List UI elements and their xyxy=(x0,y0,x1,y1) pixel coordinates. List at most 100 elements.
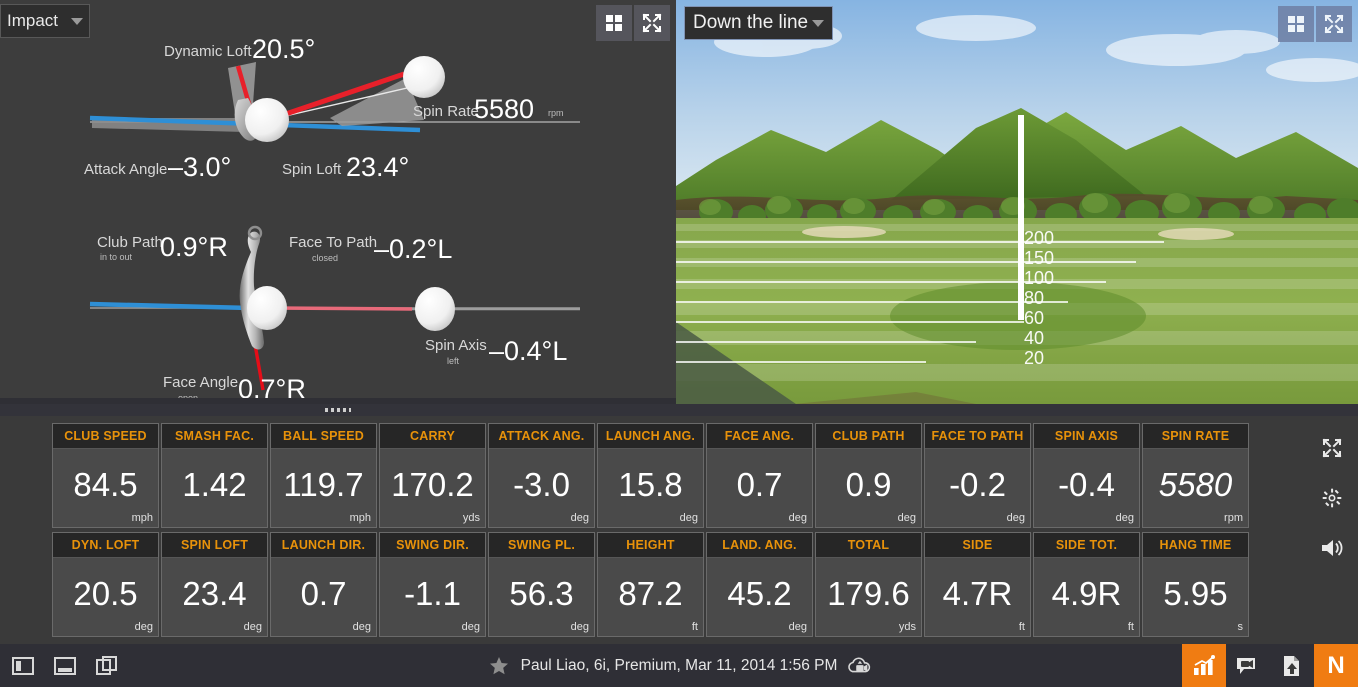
metric-tile[interactable]: HANG TIME 5.95 s xyxy=(1142,532,1249,637)
speaker-icon[interactable] xyxy=(1316,532,1348,564)
layout-bottom-icon[interactable] xyxy=(52,655,78,677)
metric-tile-header: SWING PL. xyxy=(489,533,594,558)
normalize-button[interactable]: N xyxy=(1314,644,1358,687)
panel-splitter[interactable] xyxy=(0,404,1358,416)
metric-tile[interactable]: ATTACK ANG. -3.0 deg xyxy=(488,423,595,528)
metric-sublabel-spin-axis: left xyxy=(447,356,460,366)
metric-tile-unit: deg xyxy=(788,621,807,633)
metric-tile-body: 1.42 xyxy=(162,449,267,527)
metric-tile-header: SIDE TOT. xyxy=(1034,533,1139,558)
metric-label-spin-axis: Spin Axis xyxy=(425,337,487,354)
metric-tile[interactable]: SWING DIR. -1.1 deg xyxy=(379,532,486,637)
metric-tile-unit: yds xyxy=(898,621,916,633)
metric-tile-value: 5580 xyxy=(1158,465,1233,503)
status-bar-right-buttons: N xyxy=(1182,644,1358,687)
metric-tile[interactable]: SPIN LOFT 23.4 deg xyxy=(161,532,268,637)
metric-tile[interactable]: FACE TO PATH -0.2 deg xyxy=(924,423,1031,528)
windows-stack-icon[interactable] xyxy=(94,655,120,677)
metric-tile[interactable]: SIDE TOT. 4.9R ft xyxy=(1033,532,1140,637)
gear-icon[interactable] xyxy=(1316,482,1348,514)
metric-tile[interactable]: TOTAL 179.6 yds xyxy=(815,532,922,637)
distance-marker-label: 200 xyxy=(1024,228,1054,248)
distance-marker-label: 80 xyxy=(1024,288,1044,308)
shot-info-text: Paul Liao, 6i, Premium, Mar 11, 2014 1:5… xyxy=(520,656,838,674)
metric-tile-header: LAUNCH DIR. xyxy=(271,533,376,558)
metric-tile-header: CLUB PATH xyxy=(816,424,921,449)
metric-tile-unit: ft xyxy=(1018,621,1025,633)
metric-tile[interactable]: SPIN AXIS -0.4 deg xyxy=(1033,423,1140,528)
metric-tile-header-label: SPIN AXIS xyxy=(1054,429,1119,443)
metric-value-spin-axis: –0.4°L xyxy=(489,336,567,366)
metric-tile-unit: deg xyxy=(243,621,262,633)
metric-tile-header: SPIN RATE xyxy=(1143,424,1248,449)
metric-tile-header: BALL SPEED xyxy=(271,424,376,449)
metric-tile-header: ATTACK ANG. xyxy=(489,424,594,449)
star-icon[interactable] xyxy=(486,655,512,677)
expand-icon[interactable] xyxy=(1316,432,1348,464)
metric-tile-value: 20.5 xyxy=(73,574,138,612)
cloud-upload-video-icon[interactable] xyxy=(846,655,872,677)
metric-tile-body: -1.1 deg xyxy=(380,558,485,636)
metric-tile-header: SIDE xyxy=(925,533,1030,558)
metric-tile-header: HEIGHT xyxy=(598,533,703,558)
metric-tile-body: 0.7 deg xyxy=(707,449,812,527)
metric-tile[interactable]: LAUNCH DIR. 0.7 deg xyxy=(270,532,377,637)
metric-tile[interactable]: SIDE 4.7R ft xyxy=(924,532,1031,637)
metric-label-club-path: Club Path xyxy=(97,234,163,251)
metric-sublabel-club-path: in to out xyxy=(100,252,133,262)
metric-label-attack-angle: Attack Angle xyxy=(84,161,167,178)
metric-tile-header-label: FACE TO PATH xyxy=(931,429,1024,443)
metric-tile-body: 84.5 mph xyxy=(53,449,158,527)
metric-tile-unit: ft xyxy=(691,621,698,633)
distance-marker-label: 60 xyxy=(1024,308,1044,328)
metric-tile-unit: deg xyxy=(1006,512,1025,524)
metric-tile-header-label: CLUB SPEED xyxy=(64,429,147,443)
metric-value-attack-angle: –3.0° xyxy=(168,152,231,182)
metric-tile[interactable]: CLUB SPEED 84.5 mph xyxy=(52,423,159,528)
charts-button[interactable] xyxy=(1182,644,1226,687)
metric-tile[interactable]: LAUNCH ANG. 15.8 deg xyxy=(597,423,704,528)
metric-tile-unit: deg xyxy=(570,512,589,524)
metric-tile[interactable]: DYN. LOFT 20.5 deg xyxy=(52,532,159,637)
video-comment-button[interactable] xyxy=(1226,644,1270,687)
layout-left-icon[interactable] xyxy=(10,655,36,677)
metric-value-dynamic-loft: 20.5° xyxy=(252,34,315,64)
metric-tile-header: SMASH FAC. xyxy=(162,424,267,449)
metric-tile-unit: rpm xyxy=(1224,512,1243,524)
metric-tile-header-label: SPIN RATE xyxy=(1161,429,1230,443)
metric-tile-unit: deg xyxy=(570,621,589,633)
metric-tile-header: SPIN LOFT xyxy=(162,533,267,558)
metric-tile[interactable]: BALL SPEED 119.7 mph xyxy=(270,423,377,528)
status-bar-left-icons xyxy=(0,655,120,677)
metric-label-face-angle: Face Angle xyxy=(163,374,238,391)
chevron-down-icon xyxy=(812,19,825,27)
metric-tile[interactable]: LAND. ANG. 45.2 deg xyxy=(706,532,813,637)
metric-tile-header: HANG TIME xyxy=(1143,533,1248,558)
camera-view-select[interactable]: Down the line xyxy=(684,6,834,40)
course-3d-view-panel[interactable]: 200 150 100 80 60 40 20 Down the line xyxy=(676,0,1358,404)
fullscreen-button[interactable] xyxy=(1316,6,1352,42)
shot-info-area: Paul Liao, 6i, Premium, Mar 11, 2014 1:5… xyxy=(0,655,1358,677)
metric-tile-header-label: CLUB PATH xyxy=(832,429,905,443)
metric-tile-value: -0.4 xyxy=(1058,465,1115,503)
metric-tile-unit: deg xyxy=(679,512,698,524)
metric-tile-value: -1.1 xyxy=(404,574,461,612)
report-upload-button[interactable] xyxy=(1270,644,1314,687)
grid-layout-button[interactable] xyxy=(1278,6,1314,42)
metric-tile[interactable]: HEIGHT 87.2 ft xyxy=(597,532,704,637)
metric-tile-header-label: CARRY xyxy=(410,429,455,443)
metric-tile[interactable]: SWING PL. 56.3 deg xyxy=(488,532,595,637)
metric-tile-value: 0.7 xyxy=(300,574,347,612)
metric-tile-body: 23.4 deg xyxy=(162,558,267,636)
metric-tile[interactable]: FACE ANG. 0.7 deg xyxy=(706,423,813,528)
metric-tile[interactable]: SPIN RATE 5580 rpm xyxy=(1142,423,1249,528)
metric-tile[interactable]: CARRY 170.2 yds xyxy=(379,423,486,528)
metric-sublabel-face-angle: open xyxy=(178,393,198,403)
metric-tile[interactable]: SMASH FAC. 1.42 xyxy=(161,423,268,528)
metric-tile-body: 4.9R ft xyxy=(1034,558,1139,636)
metric-tile[interactable]: CLUB PATH 0.9 deg xyxy=(815,423,922,528)
distance-marker-label: 40 xyxy=(1024,328,1044,348)
metric-tile-header-label: LAND. ANG. xyxy=(722,538,797,552)
metric-tile-header: FACE ANG. xyxy=(707,424,812,449)
metric-tile-body: 56.3 deg xyxy=(489,558,594,636)
